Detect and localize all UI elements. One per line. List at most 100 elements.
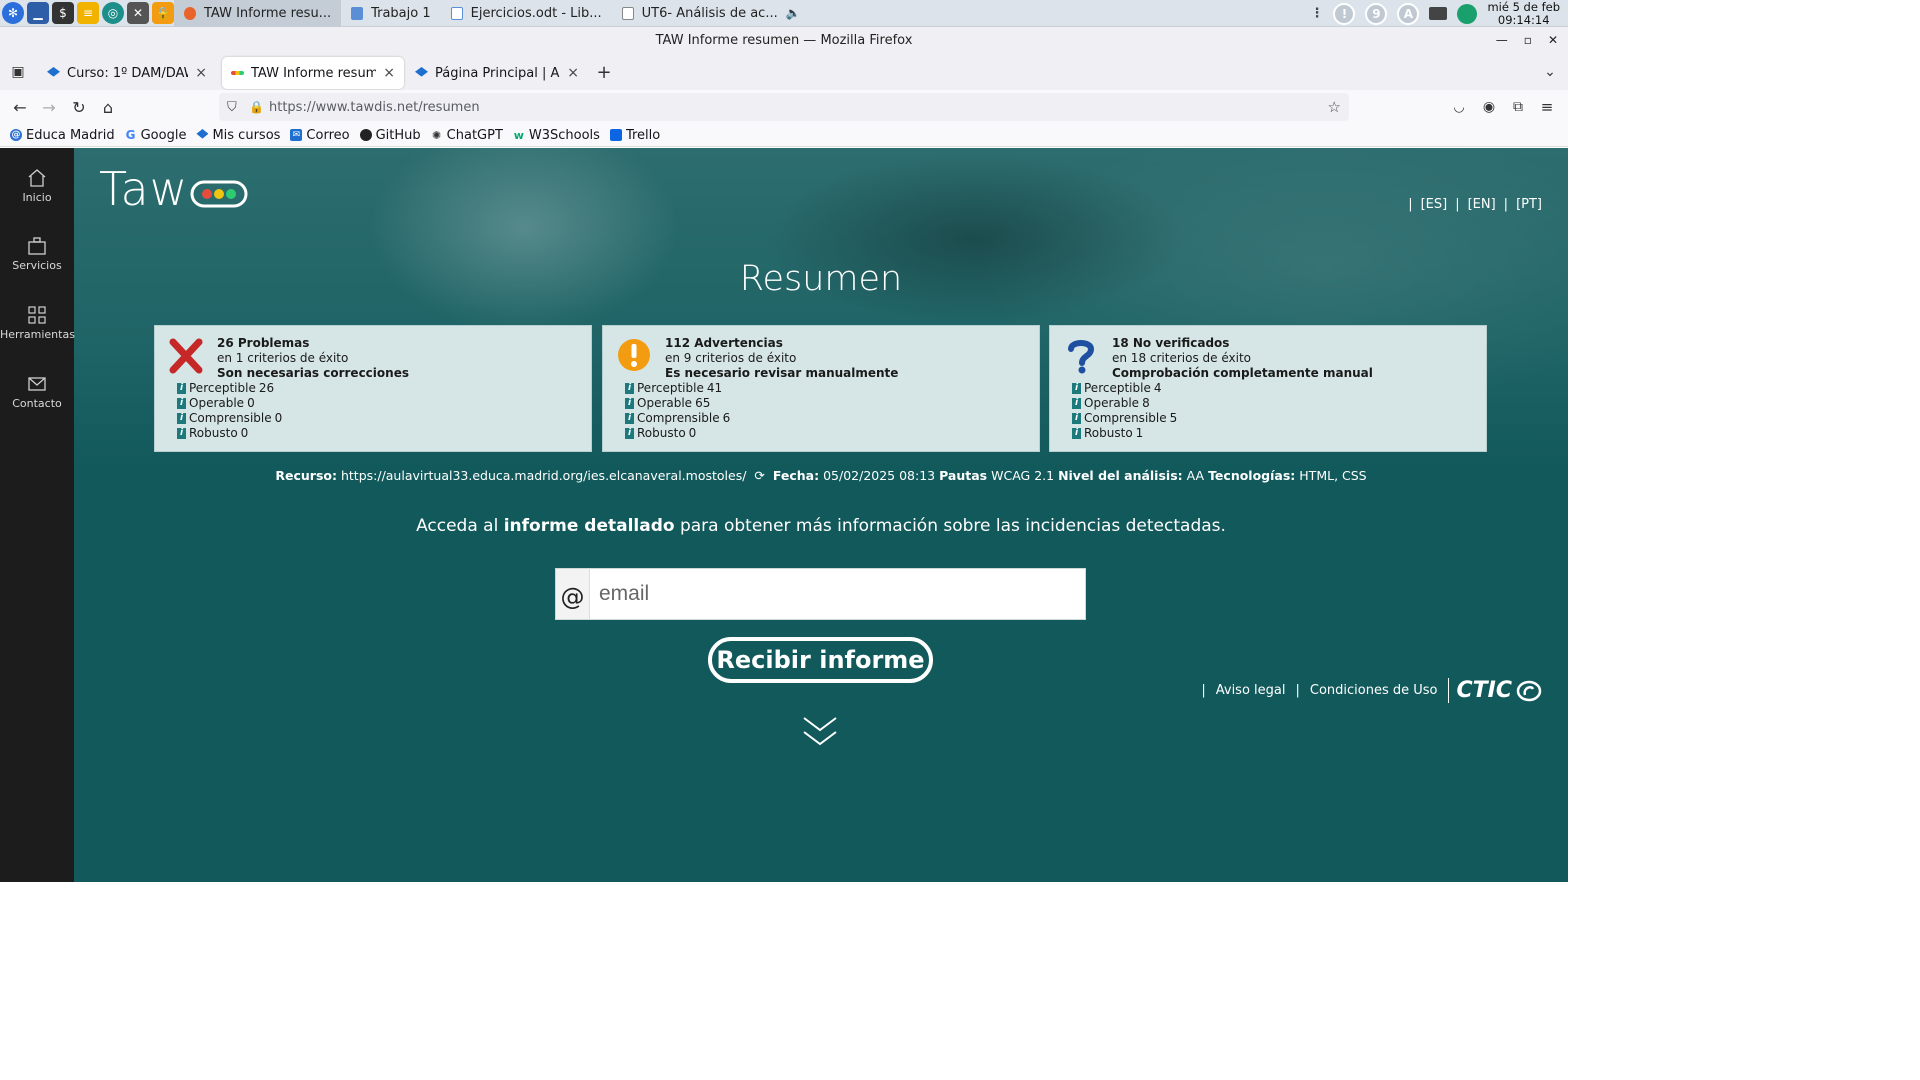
task-ut6[interactable]: UT6- Análisis de ac... 🔈 bbox=[612, 0, 811, 27]
lang-pt[interactable]: [PT] bbox=[1516, 197, 1542, 212]
tray-count-badge[interactable]: 9 bbox=[1365, 2, 1388, 25]
principle-operable[interactable]: i Operable 8 bbox=[1072, 396, 1177, 411]
bookmark-educa-madrid[interactable]: @ Educa Madrid bbox=[10, 128, 115, 143]
tray-user-badge[interactable]: A bbox=[1397, 2, 1420, 25]
principle-comprensible[interactable]: i Comprensible 0 bbox=[177, 411, 282, 426]
desktop-icon[interactable]: ▁ bbox=[27, 2, 49, 24]
sidenav-inicio[interactable]: Inicio bbox=[0, 168, 74, 204]
bookmark-github[interactable]: GitHub bbox=[359, 128, 421, 143]
principle-robusto[interactable]: i Robusto 0 bbox=[177, 426, 282, 441]
close-icon[interactable]: ✕ bbox=[1548, 27, 1558, 54]
close-tab-icon[interactable]: × bbox=[567, 65, 579, 81]
network-icon[interactable] bbox=[1457, 3, 1478, 24]
bookmark-w3schools[interactable]: w W3Schools bbox=[513, 128, 600, 143]
principle-robusto[interactable]: i Robusto 1 bbox=[1072, 426, 1177, 441]
footer-links: | Aviso legal | Condiciones de Uso CTIC bbox=[1201, 678, 1542, 703]
refresh-icon[interactable]: ⟳ bbox=[754, 468, 764, 483]
close-tab-icon[interactable]: × bbox=[195, 65, 207, 81]
card-criteria: en 18 criterios de éxito bbox=[1112, 351, 1251, 365]
task-writer[interactable]: Ejercicios.odt - Lib... bbox=[441, 0, 612, 27]
card-criteria: en 1 criterios de éxito bbox=[217, 351, 349, 365]
speaker-icon: 🔈 bbox=[785, 6, 801, 20]
lock-icon[interactable]: 🔒 bbox=[152, 2, 174, 24]
analysis-date: 05/02/2025 08:13 bbox=[823, 468, 936, 483]
maximize-icon[interactable]: ▫ bbox=[1524, 27, 1532, 54]
legal-notice-link[interactable]: Aviso legal bbox=[1216, 683, 1286, 698]
chevron-down-icon[interactable]: ⌄ bbox=[1538, 60, 1562, 84]
terms-of-use-link[interactable]: Condiciones de Uso bbox=[1310, 683, 1438, 698]
taw-logo[interactable]: Taw bbox=[99, 162, 248, 216]
sidenav-contacto[interactable]: Contacto bbox=[0, 374, 74, 410]
home-icon[interactable]: ⌂ bbox=[96, 95, 120, 119]
principle-operable[interactable]: i Operable 0 bbox=[177, 396, 282, 411]
principle-robusto[interactable]: i Robusto 0 bbox=[625, 426, 730, 441]
principle-perceptible[interactable]: i Perceptible 4 bbox=[1072, 381, 1177, 396]
principle-perceptible[interactable]: i Perceptible 41 bbox=[625, 381, 730, 396]
notes-icon[interactable]: ≡ bbox=[77, 2, 99, 24]
tab-aulavirtual[interactable]: Página Principal | AulaVir × bbox=[406, 57, 588, 89]
tab-curso[interactable]: Curso: 1º DAM/DAW Pro × bbox=[38, 57, 216, 89]
bookmark-trello[interactable]: Trello bbox=[609, 128, 660, 143]
task-firefox[interactable]: TAW Informe resu... bbox=[174, 0, 342, 27]
window-titlebar: TAW Informe resumen — Mozilla Firefox — … bbox=[0, 27, 1568, 54]
pocket-icon[interactable]: ◡ bbox=[1447, 95, 1471, 119]
info-icon: i bbox=[625, 428, 634, 439]
task-folder[interactable]: Trabajo 1 bbox=[341, 0, 441, 27]
mail-icon: ✉ bbox=[290, 129, 303, 141]
url-text[interactable]: https://www.tawdis.net/resumen bbox=[269, 100, 480, 115]
aperture-icon[interactable]: ◎ bbox=[102, 2, 124, 24]
bookmark-chatgpt[interactable]: ✺ ChatGPT bbox=[431, 128, 503, 143]
new-tab-icon[interactable]: + bbox=[592, 60, 616, 84]
bookmarks-bar: @ Educa Madrid G Google Mis cursos ✉ Correo… bbox=[0, 124, 1568, 147]
question-icon bbox=[1068, 340, 1095, 374]
bookmark-google[interactable]: G Google bbox=[125, 128, 187, 143]
card-headline: 26 Problemas bbox=[217, 336, 310, 350]
tab-list-icon[interactable]: ▣ bbox=[6, 60, 30, 84]
display-icon[interactable] bbox=[1429, 7, 1448, 20]
extensions-icon[interactable]: ⧉ bbox=[1506, 95, 1530, 119]
bookmark-star-icon[interactable]: ☆ bbox=[1328, 98, 1341, 116]
principle-comprensible[interactable]: i Comprensible 5 bbox=[1072, 411, 1177, 426]
app-menu-icon[interactable]: ✻ bbox=[2, 2, 24, 24]
back-icon[interactable]: ← bbox=[8, 95, 32, 119]
shield-icon[interactable]: ⛉ bbox=[227, 100, 237, 115]
close-app-icon[interactable]: ✕ bbox=[127, 2, 149, 24]
tray-alert-badge[interactable]: ! bbox=[1333, 2, 1356, 25]
window-title: TAW Informe resumen — Mozilla Firefox bbox=[655, 33, 913, 48]
forward-icon[interactable]: → bbox=[37, 95, 61, 119]
cap-icon bbox=[196, 129, 209, 139]
sidenav-servicios[interactable]: Servicios bbox=[0, 236, 74, 272]
card-action: Comprobación completamente manual bbox=[1112, 366, 1373, 380]
receive-report-button[interactable]: Recibir informe bbox=[708, 637, 933, 683]
w3-icon: w bbox=[513, 128, 524, 142]
principle-perceptible[interactable]: i Perceptible 26 bbox=[177, 381, 282, 396]
terminal-icon[interactable]: $ bbox=[52, 2, 74, 24]
principles-list: i Perceptible 26 i Operable 0 i Comprensible 0… bbox=[177, 381, 282, 441]
url-bar[interactable]: ⛉ 🔒 https://www.tawdis.net/resumen ☆ bbox=[219, 93, 1349, 121]
tab-taw[interactable]: TAW Informe resumen × bbox=[222, 57, 404, 89]
reload-icon[interactable]: ↻ bbox=[67, 95, 91, 119]
bookmark-correo[interactable]: ✉ Correo bbox=[290, 128, 350, 143]
clock[interactable]: mié 5 de feb 09:14:14 bbox=[1487, 0, 1560, 27]
ctic-logo[interactable]: CTIC bbox=[1447, 678, 1542, 703]
traffic-light-icon bbox=[190, 180, 248, 208]
principle-operable[interactable]: i Operable 65 bbox=[625, 396, 730, 411]
scroll-down-chevron-icon[interactable] bbox=[802, 716, 838, 748]
close-tab-icon[interactable]: × bbox=[383, 65, 395, 81]
ctic-swirl-icon bbox=[1516, 680, 1542, 701]
principle-comprensible[interactable]: i Comprensible 6 bbox=[625, 411, 730, 426]
sidenav-herramientas[interactable]: Herramientas bbox=[0, 305, 75, 341]
card-headline: 18 No verificados bbox=[1112, 336, 1230, 350]
account-icon[interactable]: ◉ bbox=[1477, 95, 1501, 119]
bookmark-mis-cursos[interactable]: Mis cursos bbox=[196, 128, 280, 143]
resource-url[interactable]: https://aulavirtual33.educa.madrid.org/i… bbox=[341, 468, 746, 483]
red-x-icon bbox=[169, 338, 203, 374]
lock-icon[interactable]: 🔒 bbox=[249, 100, 264, 114]
more-icon[interactable]: ⋮ bbox=[1310, 6, 1323, 21]
lang-en[interactable]: [EN] bbox=[1468, 197, 1496, 212]
minimize-icon[interactable]: — bbox=[1496, 27, 1508, 54]
email-input[interactable] bbox=[590, 569, 1085, 619]
lang-es[interactable]: [ES] bbox=[1421, 197, 1448, 212]
detailed-report-cta: Acceda al informe detallado para obtener… bbox=[416, 516, 1226, 536]
menu-icon[interactable]: ≡ bbox=[1535, 95, 1559, 119]
